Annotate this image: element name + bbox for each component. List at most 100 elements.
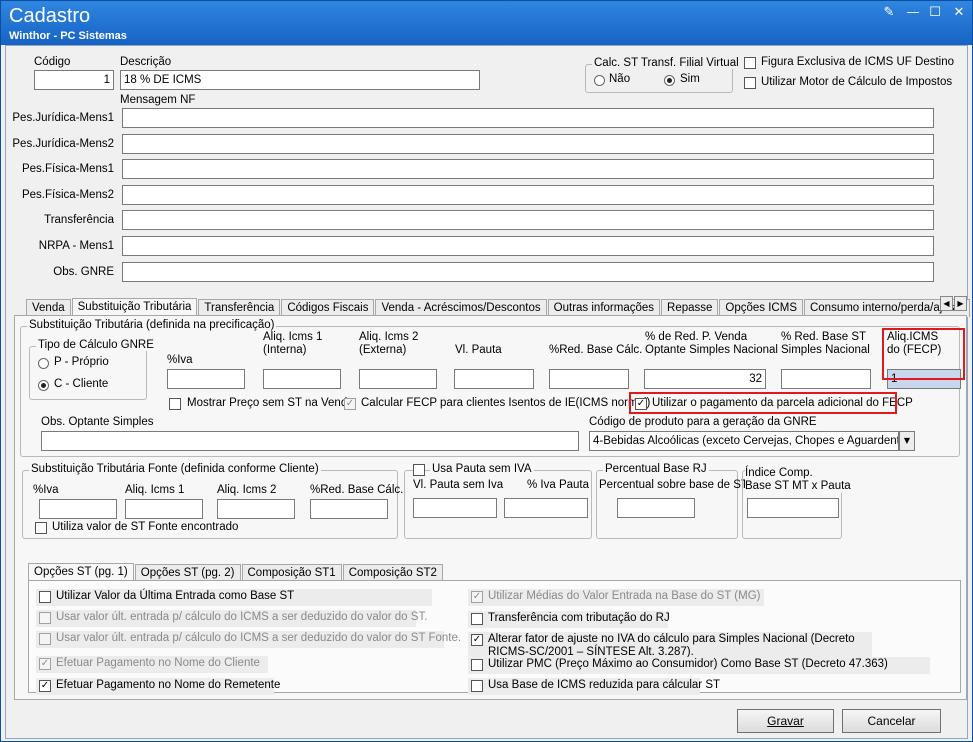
usa-pauta-checkbox[interactable] <box>413 464 425 476</box>
gravar-button[interactable]: Gravar <box>737 709 834 733</box>
red-base-label: %Red. Base Cálc. <box>549 344 643 356</box>
maximize-icon[interactable]: ☐ <box>925 5 945 21</box>
fonte-red-base-input[interactable] <box>310 499 388 519</box>
option-label: Efetuar Pagamento no Nome do Cliente <box>56 657 260 669</box>
mensagem-input[interactable] <box>122 108 934 128</box>
close-icon[interactable]: ✕ <box>949 5 969 21</box>
mensagem-label: NRPA - Mens1 <box>38 240 114 252</box>
mostrar-preco-checkbox[interactable] <box>169 398 181 410</box>
fecp-highlight <box>882 328 965 380</box>
obs-optante-input[interactable] <box>41 431 579 451</box>
usa-pauta-label: Usa Pauta sem IVA <box>430 463 534 475</box>
option-checkbox[interactable]: ✓ <box>471 634 483 646</box>
nao-label: Não <box>609 73 631 85</box>
descricao-label: Descrição <box>120 56 172 68</box>
option-checkbox[interactable] <box>39 633 51 645</box>
figura-exclusiva-checkbox[interactable] <box>744 57 756 69</box>
option-checkbox[interactable] <box>471 613 483 625</box>
calcular-fecp-checkbox[interactable]: ✓ <box>344 398 356 410</box>
red-p-venda-label: % de Red. P. Venda Optante Simples Nacio… <box>645 331 778 356</box>
fonte-iva-input[interactable] <box>39 499 117 519</box>
mensagem-label: Obs. GNRE <box>53 266 114 278</box>
codigo-produto-label: Código de produto para a geração da GNRE <box>589 416 817 428</box>
fonte-aliq2-label: Aliq. Icms 2 <box>217 484 277 496</box>
codigo-input[interactable]: 1 <box>34 70 114 90</box>
mensagem-input[interactable] <box>122 185 934 205</box>
figura-exclusiva-label: Figura Exclusiva de ICMS UF Destino <box>761 56 955 68</box>
c-cliente-radio[interactable] <box>38 380 49 391</box>
mensagem-input[interactable] <box>122 134 934 154</box>
cancelar-button[interactable]: Cancelar <box>842 709 941 733</box>
option-label: Alterar fator de ajuste no IVA do cálcul… <box>488 633 855 658</box>
aliq1-label: Aliq. Icms 1 (Interna) <box>263 331 323 356</box>
descricao-input[interactable]: 18 % DE ICMS <box>120 70 480 90</box>
vl-pauta-input[interactable] <box>454 369 534 389</box>
option-label: Efetuar Pagamento no Nome do Remetente <box>56 679 281 691</box>
calcular-fecp-label: Calcular FECP para clientes Isentos de I… <box>361 397 651 409</box>
dropdown-arrow-icon[interactable]: ▼ <box>899 431 915 451</box>
iva-pauta-label: % Iva Pauta <box>527 479 590 491</box>
codigo-produto-select[interactable]: 4-Bebidas Alcoólicas (exceto Cervejas, C… <box>589 431 899 451</box>
red-base-st-input[interactable] <box>781 369 871 389</box>
iva-label: %Iva <box>167 354 193 366</box>
form-area: Código 1 Descrição 18 % DE ICMS Mensagem… <box>5 45 971 739</box>
iva-input[interactable] <box>167 369 245 389</box>
option-checkbox[interactable] <box>39 591 51 603</box>
indice-group: Índice Comp. Base ST MT x Pauta <box>742 467 851 539</box>
mensagem-input[interactable] <box>122 236 934 256</box>
edit-icon[interactable]: ✎ <box>879 5 899 21</box>
obs-optante-label: Obs. Optante Simples <box>41 416 154 428</box>
tab-scroll-right-icon[interactable]: ▶ <box>954 296 967 311</box>
minimize-icon[interactable]: — <box>903 5 923 21</box>
p-proprio-radio[interactable] <box>38 358 49 369</box>
option-checkbox[interactable] <box>39 612 51 624</box>
pauta-group: Usa Pauta sem IVA Vl. Pauta sem Iva % Iv… <box>404 463 592 539</box>
option-label: Usar valor últ. entrada p/ cálculo do IC… <box>56 632 462 644</box>
indice-input[interactable] <box>747 498 839 518</box>
mensagem-input[interactable] <box>122 262 934 282</box>
utiliza-st-fonte-checkbox[interactable] <box>35 522 47 534</box>
mensagem-label: Pes.Jurídica-Mens2 <box>12 138 114 150</box>
indice-label: Índice Comp. Base ST MT x Pauta <box>745 467 851 493</box>
mensagem-label: Pes.Física-Mens1 <box>21 163 114 175</box>
red-base-input[interactable] <box>549 369 629 389</box>
mostrar-preco-label: Mostrar Preço sem ST na Venda <box>187 397 354 409</box>
fonte-iva-label: %Iva <box>33 484 59 496</box>
sim-radio[interactable] <box>664 75 675 86</box>
vl-pauta-sem-iva-input[interactable] <box>413 498 497 518</box>
percentual-rj-input[interactable] <box>617 498 695 518</box>
aliq2-label: Aliq. Icms 2 (Externa) <box>359 331 419 356</box>
aliq2-input[interactable] <box>359 369 437 389</box>
fonte-red-base-label: %Red. Base Cálc. <box>310 484 404 496</box>
percentual-sobre-base-label: Percentual sobre base de ST <box>599 479 748 491</box>
option-checkbox[interactable] <box>471 659 483 671</box>
option-label: Usa Base de ICMS reduzida para cálcular … <box>488 679 721 691</box>
vl-pauta-sem-iva-label: Vl. Pauta sem Iva <box>413 479 504 491</box>
st-group-title: Substituição Tributária (definida na pre… <box>27 319 277 331</box>
st-group: Substituição Tributária (definida na pre… <box>20 319 965 457</box>
iva-pauta-input[interactable] <box>504 498 588 518</box>
nao-radio[interactable] <box>594 75 605 86</box>
option-checkbox[interactable]: ✓ <box>471 591 483 603</box>
mensagem-input[interactable] <box>122 159 934 179</box>
mensagem-input[interactable] <box>122 210 934 230</box>
option-checkbox[interactable]: ✓ <box>39 658 51 670</box>
codigo-label: Código <box>34 56 71 68</box>
c-cliente-label: C - Cliente <box>54 378 109 390</box>
option-label: Transferência com tributação do RJ <box>488 612 670 624</box>
option-label: Utilizar PMC (Preço Máximo ao Consumidor… <box>488 658 888 670</box>
red-base-st-label: % Red. Base ST Simples Nacional <box>781 331 870 356</box>
fonte-aliq1-label: Aliq. Icms 1 <box>125 484 185 496</box>
option-label: Utilizar Médias do Valor Entrada na Base… <box>488 590 761 602</box>
aliq1-input[interactable] <box>263 369 341 389</box>
fonte-aliq2-input[interactable] <box>217 499 295 519</box>
option-checkbox[interactable] <box>471 680 483 692</box>
fonte-aliq1-input[interactable] <box>125 499 203 519</box>
motor-calculo-label: Utilizar Motor de Cálculo de Impostos <box>761 76 953 88</box>
option-checkbox[interactable]: ✓ <box>39 680 51 692</box>
calc-st-label: Calc. ST Transf. Filial Virtual <box>592 57 741 69</box>
red-p-venda-input[interactable]: 32 <box>644 369 766 389</box>
motor-calculo-checkbox[interactable] <box>744 77 756 89</box>
tab-scroll-left-icon[interactable]: ◀ <box>940 296 953 311</box>
vl-pauta-label: Vl. Pauta <box>455 344 502 356</box>
